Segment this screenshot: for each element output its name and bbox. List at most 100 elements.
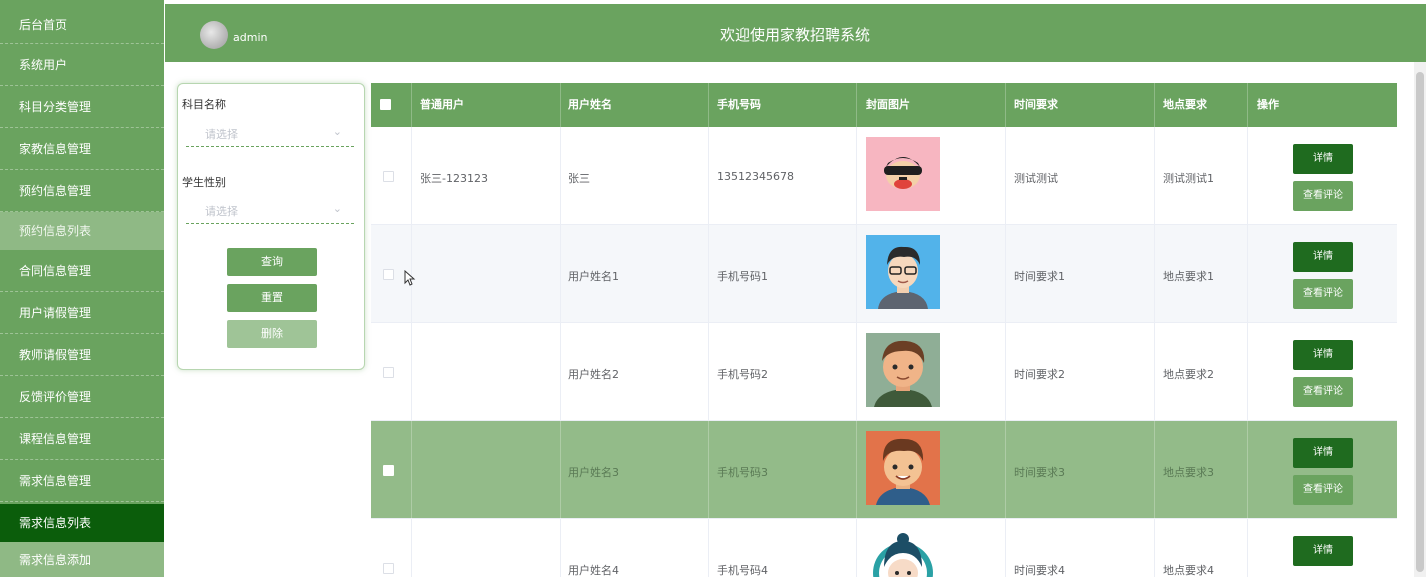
sidebar-item-label: 用户请假管理 <box>19 306 92 320</box>
place-cell: 测试测试1 <box>1163 172 1214 185</box>
filter-panel: 科目名称 请选择 ⌄ 学生性别 请选择 ⌄ 查询 重置 删除 <box>177 83 365 370</box>
name-cell: 用户姓名3 <box>568 466 619 479</box>
top-header: admin 欢迎使用家教招聘系统 <box>165 4 1426 62</box>
sidebar-item-subject-categories[interactable]: 科目分类管理 <box>0 86 164 128</box>
detail-button[interactable]: 详情 <box>1293 438 1353 468</box>
row-checkbox[interactable] <box>383 269 394 280</box>
reset-button[interactable]: 重置 <box>227 284 317 312</box>
column-header: 地点要求 <box>1163 98 1207 111</box>
table-row[interactable]: 用户姓名1 手机号码1 时间要求1 地点要求1 详情 查看评论 <box>371 225 1397 323</box>
sidebar-item-label: 预约信息列表 <box>19 224 92 238</box>
table-row[interactable]: 用户姓名4 手机号码4 时间要求4 地点要求4 详情 <box>371 519 1397 577</box>
gender-select[interactable]: 请选择 ⌄ <box>186 194 354 224</box>
phone-cell: 手机号码2 <box>717 368 768 381</box>
page-title: 欢迎使用家教招聘系统 <box>720 26 871 44</box>
sidebar-item-demand-add[interactable]: 需求信息添加 <box>0 542 164 577</box>
name-cell: 用户姓名4 <box>568 564 619 577</box>
select-all-checkbox[interactable] <box>380 99 391 110</box>
sidebar-item-teacher-leave[interactable]: 教师请假管理 <box>0 334 164 376</box>
phone-cell: 手机号码3 <box>717 466 768 479</box>
sidebar-item-user-leave[interactable]: 用户请假管理 <box>0 292 164 334</box>
sidebar-item-label: 需求信息添加 <box>19 553 92 567</box>
place-cell: 地点要求4 <box>1163 564 1214 577</box>
sidebar-item-feedback[interactable]: 反馈评价管理 <box>0 376 164 418</box>
phone-cell: 13512345678 <box>717 170 794 183</box>
table-row[interactable]: 用户姓名2 手机号码2 时间要求2 地点要求2 详情 查看评论 <box>371 323 1397 421</box>
sidebar-item-label: 需求信息管理 <box>19 474 92 488</box>
sidebar-item-booking-management[interactable]: 预约信息管理 <box>0 170 164 212</box>
row-checkbox[interactable] <box>383 367 394 378</box>
row-checkbox[interactable] <box>383 465 394 476</box>
chevron-down-icon: ⌄ <box>332 125 342 138</box>
subject-placeholder: 请选择 <box>205 128 238 141</box>
sidebar-item-label: 需求信息列表 <box>19 516 92 530</box>
column-header: 用户姓名 <box>568 98 612 111</box>
detail-button[interactable]: 详情 <box>1293 340 1353 370</box>
table-row[interactable]: 张三-123123 张三 13512345678 测试测试 测试测试1 详情 查… <box>371 127 1397 225</box>
sidebar-item-label: 课程信息管理 <box>19 432 92 446</box>
table-header: 普通用户 用户姓名 手机号码 封面图片 时间要求 地点要求 操作 <box>371 83 1397 127</box>
detail-button[interactable]: 详情 <box>1293 144 1353 174</box>
sidebar-item-label: 反馈评价管理 <box>19 390 92 404</box>
detail-button[interactable]: 详情 <box>1293 536 1353 566</box>
column-header: 封面图片 <box>866 98 910 111</box>
name-cell: 用户姓名2 <box>568 368 619 381</box>
chevron-down-icon: ⌄ <box>332 202 342 215</box>
column-header: 时间要求 <box>1014 98 1058 111</box>
user-cell: 张三-123123 <box>420 172 488 185</box>
phone-cell: 手机号码4 <box>717 564 768 577</box>
row-checkbox[interactable] <box>383 563 394 574</box>
name-cell: 张三 <box>568 172 590 185</box>
delete-button[interactable]: 删除 <box>227 320 317 348</box>
cover-image <box>866 431 940 505</box>
time-cell: 时间要求2 <box>1014 368 1065 381</box>
sidebar-item-demand-management[interactable]: 需求信息管理 <box>0 460 164 502</box>
gender-placeholder: 请选择 <box>205 205 238 218</box>
sidebar-item-label: 系统用户 <box>19 58 68 72</box>
place-cell: 地点要求3 <box>1163 466 1214 479</box>
place-cell: 地点要求1 <box>1163 270 1214 283</box>
sidebar-item-tutor-info[interactable]: 家教信息管理 <box>0 128 164 170</box>
view-comments-button[interactable]: 查看评论 <box>1293 181 1353 211</box>
time-cell: 时间要求3 <box>1014 466 1065 479</box>
table-row[interactable]: 用户姓名3 手机号码3 时间要求3 地点要求3 详情 查看评论 <box>371 421 1397 519</box>
sidebar-item-label: 教师请假管理 <box>19 348 92 362</box>
column-header: 手机号码 <box>717 98 761 111</box>
sidebar-item-system-users[interactable]: 系统用户 <box>0 44 164 86</box>
avatar[interactable] <box>200 21 228 49</box>
username: admin <box>233 31 268 44</box>
view-comments-button[interactable]: 查看评论 <box>1293 279 1353 309</box>
phone-cell: 手机号码1 <box>717 270 768 283</box>
column-header: 操作 <box>1257 98 1279 111</box>
mouse-cursor-icon <box>404 270 416 286</box>
scrollbar-thumb[interactable] <box>1416 72 1424 572</box>
cover-image <box>866 333 940 407</box>
time-cell: 时间要求1 <box>1014 270 1065 283</box>
name-cell: 用户姓名1 <box>568 270 619 283</box>
sidebar-item-home[interactable]: 后台首页 <box>0 4 164 44</box>
sidebar-item-label: 家教信息管理 <box>19 142 92 156</box>
cover-image <box>866 529 940 577</box>
sidebar-item-label: 预约信息管理 <box>19 184 92 198</box>
time-cell: 测试测试 <box>1014 172 1058 185</box>
gender-label: 学生性别 <box>182 176 226 189</box>
cover-image <box>866 137 940 211</box>
sidebar-item-demand-list[interactable]: 需求信息列表 <box>0 504 164 542</box>
sidebar-item-label: 合同信息管理 <box>19 264 92 278</box>
sidebar-item-label: 科目分类管理 <box>19 100 92 114</box>
view-comments-button[interactable]: 查看评论 <box>1293 475 1353 505</box>
scrollbar[interactable] <box>1414 62 1426 577</box>
time-cell: 时间要求4 <box>1014 564 1065 577</box>
sidebar-item-booking-list[interactable]: 预约信息列表 <box>0 212 164 250</box>
sidebar-item-label: 后台首页 <box>19 18 68 32</box>
view-comments-button[interactable]: 查看评论 <box>1293 377 1353 407</box>
sidebar-item-course-info[interactable]: 课程信息管理 <box>0 418 164 460</box>
sidebar-item-contract-management[interactable]: 合同信息管理 <box>0 250 164 292</box>
column-header: 普通用户 <box>420 98 464 111</box>
place-cell: 地点要求2 <box>1163 368 1214 381</box>
subject-select[interactable]: 请选择 ⌄ <box>186 117 354 147</box>
detail-button[interactable]: 详情 <box>1293 242 1353 272</box>
sidebar: 后台首页 系统用户 科目分类管理 家教信息管理 预约信息管理 预约信息列表 合同… <box>0 0 164 577</box>
row-checkbox[interactable] <box>383 171 394 182</box>
query-button[interactable]: 查询 <box>227 248 317 276</box>
